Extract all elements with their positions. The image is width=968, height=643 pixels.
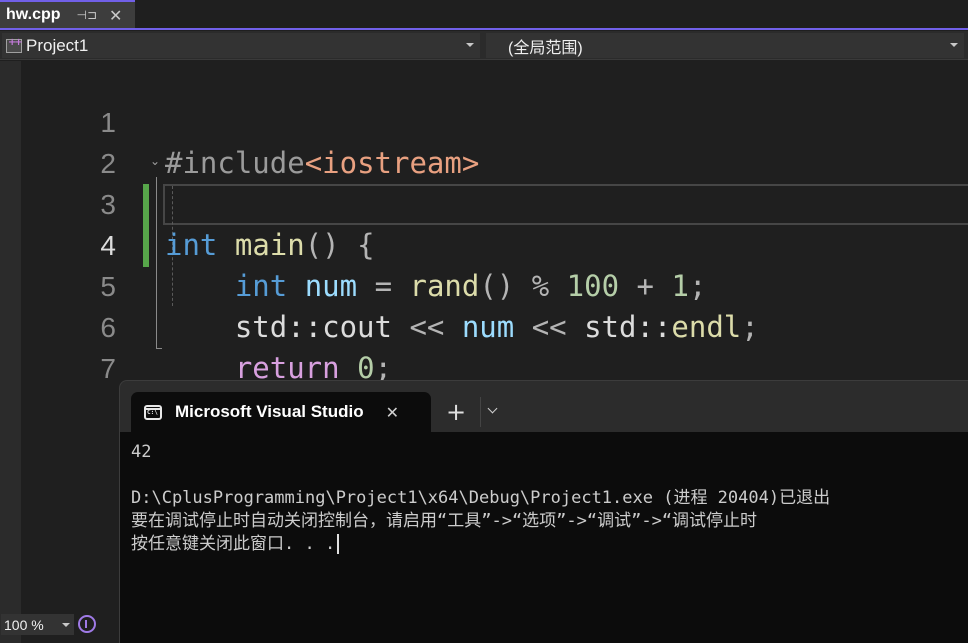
code-line-5: 5 std::cout << num << std::endl; (0, 225, 968, 344)
chevron-down-icon (466, 43, 474, 47)
output-line-prompt: 按任意键关闭此窗口. . . (131, 533, 340, 556)
output-line: 要在调试停止时自动关闭控制台，请启用“工具”->“选项”->“调试”->“调试停… (131, 511, 758, 531)
project-dropdown[interactable]: Project1 (2, 33, 480, 58)
terminal-window: Microsoft Visual Studio ✕ + 42 D:\CplusP… (119, 380, 968, 643)
line-number: 7 (100, 353, 116, 384)
code-line-3: 3 int main() { (0, 143, 968, 262)
close-icon[interactable]: ✕ (109, 6, 122, 25)
document-tab-hw-cpp[interactable]: hw.cpp ⊣⊐ ✕ (0, 0, 135, 28)
pin-icon[interactable]: ⊣⊐ (77, 8, 98, 22)
terminal-output[interactable]: 42 D:\CplusProgramming\Project1\x64\Debu… (120, 432, 968, 643)
output-line: D:\CplusProgramming\Project1\x64\Debug\P… (131, 488, 831, 508)
tab-separator (480, 397, 481, 427)
scope-dropdown[interactable]: (全局范围) (486, 33, 964, 58)
cpp-project-icon (6, 37, 22, 53)
zoom-level-value: 100 % (4, 616, 44, 633)
intellicode-icon[interactable] (78, 615, 96, 633)
code-line-2: 2 (0, 102, 968, 179)
chevron-down-icon (62, 623, 70, 627)
text-cursor (337, 534, 340, 554)
chevron-down-icon (950, 43, 958, 47)
new-tab-button[interactable]: + (446, 396, 466, 428)
project-dropdown-label: Project1 (26, 35, 89, 55)
terminal-tab[interactable]: Microsoft Visual Studio ✕ (131, 392, 431, 432)
document-tab-strip: hw.cpp ⊣⊐ ✕ (0, 0, 968, 30)
navigation-bar: Project1 (全局范围) (0, 31, 968, 60)
scope-dropdown-label: (全局范围) (508, 39, 583, 57)
code-line-4: 4 int num = rand() % 100 + 1; (0, 184, 968, 303)
zoom-level-dropdown[interactable]: 100 % (1, 614, 74, 635)
document-tab-title: hw.cpp (6, 6, 61, 23)
code-line-1: 1 #include<iostream> (0, 61, 968, 180)
outline-fold-end (156, 348, 162, 349)
code-line-7: 7 } (0, 307, 968, 426)
cmd-icon (144, 404, 162, 420)
terminal-tab-title: Microsoft Visual Studio (175, 402, 364, 421)
output-line: 42 (131, 442, 152, 462)
code-line-6: 6 return 0; (0, 266, 968, 385)
chevron-down-icon[interactable] (488, 405, 498, 415)
close-icon[interactable]: ✕ (386, 403, 399, 422)
prompt-text: 按任意键关闭此窗口. . . (131, 534, 336, 554)
